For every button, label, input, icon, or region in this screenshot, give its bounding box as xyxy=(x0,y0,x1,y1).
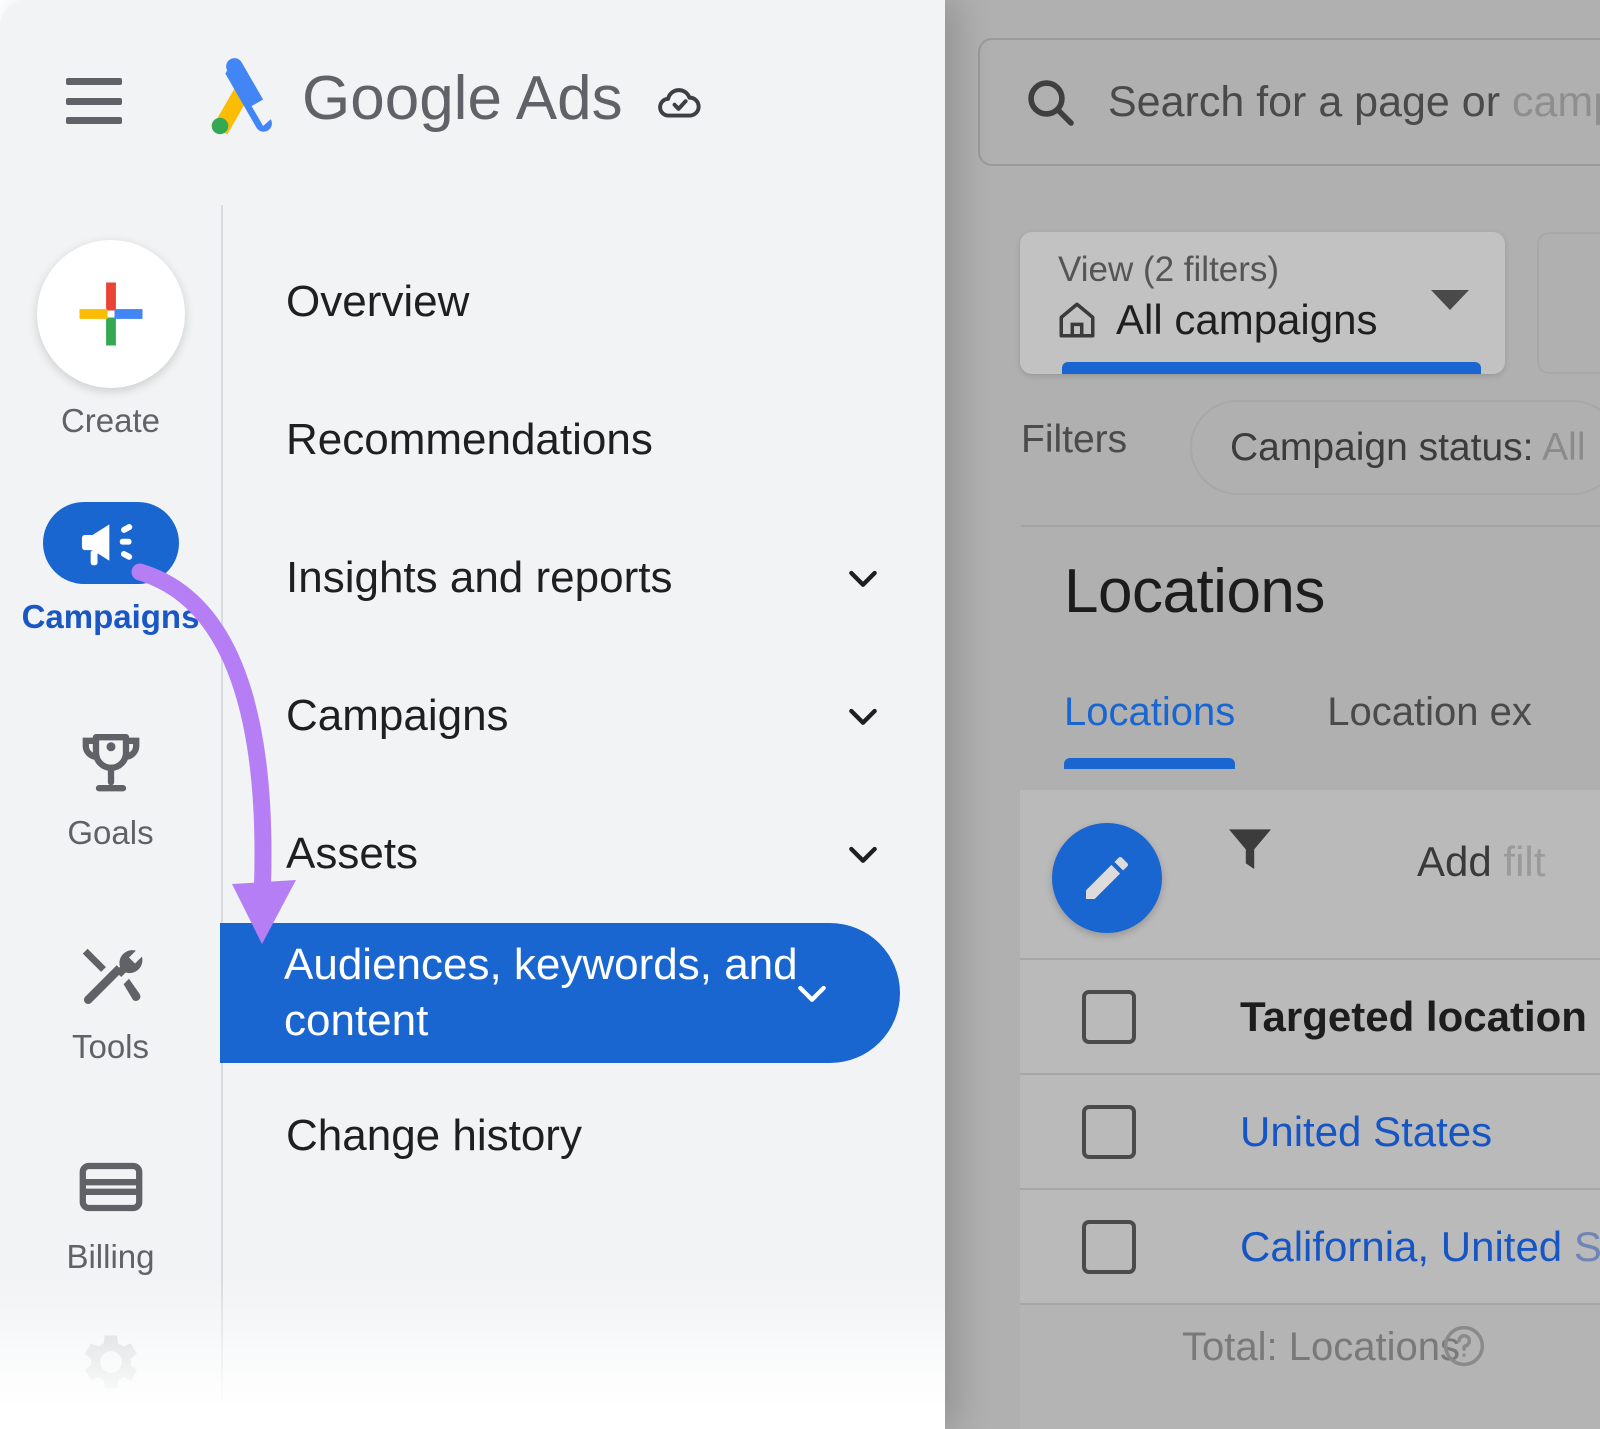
sidebar-item-label: Campaigns xyxy=(21,598,200,635)
chevron-down-icon xyxy=(849,708,877,725)
table-cell[interactable]: California, United States xyxy=(1240,1223,1600,1271)
menu-item-label: Audiences, keywords, and content xyxy=(284,940,798,1045)
sidebar-item-billing[interactable]: Billing xyxy=(0,1150,221,1276)
view-selector[interactable]: View (2 filters) All campaigns xyxy=(1020,232,1505,374)
campaigns-pill[interactable] xyxy=(42,502,179,584)
checkbox-unchecked-icon[interactable] xyxy=(1082,989,1136,1044)
menu-item-label: Insights and reports xyxy=(286,553,673,603)
brand-name: Google Ads xyxy=(302,63,623,133)
search-placeholder: Search for a page or camp xyxy=(1108,77,1600,126)
megaphone-icon xyxy=(81,524,132,566)
add-filter-button[interactable]: Add filt xyxy=(1417,838,1545,886)
table-row[interactable]: United States xyxy=(1020,1073,1600,1188)
caret-down-icon xyxy=(1431,290,1469,310)
navigation-panel: Google Ads Create Campaigns Goals Tools … xyxy=(0,0,945,1429)
campaign-status-filter-text: Campaign status: All xyxy=(1230,425,1586,469)
icon-rail: Create Campaigns Goals Tools Billing xyxy=(0,210,221,1276)
funnel-icon[interactable] xyxy=(1222,820,1278,876)
create-button[interactable] xyxy=(36,240,185,388)
table-row[interactable]: Targeted location xyxy=(1020,958,1600,1073)
search-input[interactable]: Search for a page or camp xyxy=(978,38,1600,166)
menu-item-label: Campaigns xyxy=(286,691,509,741)
cloud-check-icon xyxy=(657,88,701,118)
sidebar-item-goals[interactable]: Goals xyxy=(0,726,221,852)
pencil-icon xyxy=(1086,857,1128,899)
menu-item-recommendations[interactable]: Recommendations xyxy=(222,373,945,507)
menu-item-label: Assets xyxy=(286,829,419,879)
tab-locations[interactable]: Locations xyxy=(1064,690,1236,779)
sidebar-item-create[interactable]: Create xyxy=(0,240,221,440)
menu-item-insights-and-reports[interactable]: Insights and reports xyxy=(222,511,945,645)
search-icon xyxy=(1028,80,1074,126)
gear-icon xyxy=(84,1335,137,1389)
credit-card-icon xyxy=(79,1162,142,1212)
table-cell: Targeted location xyxy=(1240,992,1587,1040)
screenshot-root: Search for a page or camp View (2 filter… xyxy=(0,0,1600,1429)
chevron-down-icon xyxy=(849,570,877,587)
table-total-label: Total: Locations xyxy=(1182,1325,1460,1369)
table-cell[interactable]: United States xyxy=(1240,1108,1492,1156)
tools-icon xyxy=(82,948,142,1005)
menu-item-audiences-keywords-and-content[interactable]: Audiences, keywords, and content xyxy=(220,923,900,1063)
section-divider xyxy=(1021,525,1600,527)
hamburger-menu-icon[interactable] xyxy=(66,78,122,124)
tab-bar: Locations Location ex xyxy=(1064,690,1532,779)
campaign-status-filter-chip[interactable]: Campaign status: All xyxy=(1190,400,1600,495)
tab-location-exclusions[interactable]: Location ex xyxy=(1327,690,1532,779)
home-icon xyxy=(1059,302,1095,338)
view-selector-label: View (2 filters) xyxy=(1058,250,1280,289)
view-selector-underline xyxy=(1062,362,1481,374)
view-selector-value: All campaigns xyxy=(1116,296,1378,343)
google-ads-logo xyxy=(211,58,272,135)
sidebar-item-label: Create xyxy=(60,402,161,439)
menu-item-label: Recommendations xyxy=(286,415,653,465)
nav-menu: Overview Recommendations Insights and re… xyxy=(220,205,945,1203)
menu-item-label: Overview xyxy=(286,277,470,327)
plus-icon xyxy=(79,282,142,346)
sidebar-item-settings[interactable] xyxy=(0,1325,221,1399)
sidebar-item-label: Billing xyxy=(66,1238,155,1275)
edit-button[interactable] xyxy=(1052,823,1162,933)
secondary-selector-card[interactable] xyxy=(1537,232,1600,374)
menu-item-change-history[interactable]: Change history xyxy=(222,1069,945,1203)
help-circle-icon[interactable] xyxy=(1442,1324,1486,1368)
page-title: Locations xyxy=(1064,557,1325,626)
checkbox-unchecked-icon[interactable] xyxy=(1082,1219,1136,1274)
brand: Google Ads xyxy=(192,52,705,144)
checkbox-unchecked-icon[interactable] xyxy=(1082,1104,1136,1159)
chevron-down-icon xyxy=(849,846,877,863)
menu-item-overview[interactable]: Overview xyxy=(222,235,945,369)
menu-item-campaigns[interactable]: Campaigns xyxy=(222,649,945,783)
menu-item-assets[interactable]: Assets xyxy=(222,787,945,921)
menu-item-label: Change history xyxy=(286,1111,582,1161)
sidebar-item-campaigns[interactable]: Campaigns xyxy=(0,502,221,636)
sidebar-item-tools[interactable]: Tools xyxy=(0,940,221,1066)
trophy-icon xyxy=(82,734,139,792)
filters-label: Filters xyxy=(1021,418,1128,461)
dimmed-app-background: Search for a page or camp View (2 filter… xyxy=(945,0,1600,1429)
chevron-down-icon xyxy=(798,985,826,1002)
sidebar-item-label: Tools xyxy=(71,1028,150,1065)
table-row[interactable]: California, United States xyxy=(1020,1188,1600,1303)
sidebar-item-label: Goals xyxy=(67,814,154,851)
